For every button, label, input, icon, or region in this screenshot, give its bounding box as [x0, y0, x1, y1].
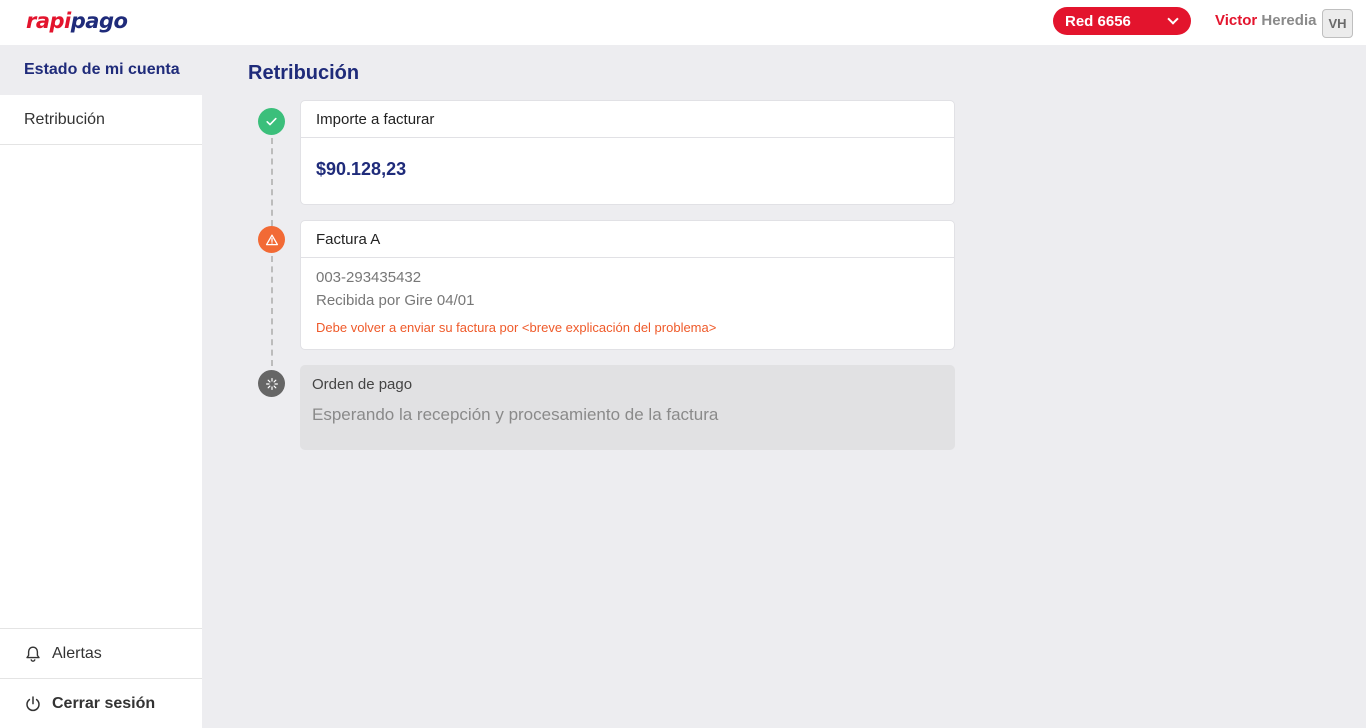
check-icon — [266, 117, 277, 126]
step-pending-indicator — [258, 370, 285, 397]
invoice-number: 003-293435432 — [316, 269, 422, 286]
step-title: Factura A — [301, 221, 954, 258]
warning-icon — [265, 234, 278, 245]
sidebar: Estado de mi cuenta Retribución Alertas … — [0, 45, 202, 728]
step-card-importe: Importe a facturar $90.128,23 — [300, 100, 955, 205]
rapipago-logo[interactable]: rapipago — [26, 9, 128, 33]
sidebar-item-alertas[interactable]: Alertas — [0, 628, 202, 678]
power-icon — [24, 695, 42, 713]
logout-label: Cerrar sesión — [52, 694, 156, 712]
step-title: Orden de pago — [312, 376, 413, 393]
logo-rapi: rapi — [26, 9, 71, 33]
loading-icon — [265, 377, 278, 390]
network-select[interactable]: Red 6656 — [1053, 7, 1191, 35]
sidebar-item-retribucion[interactable]: Retribución — [0, 95, 202, 145]
invoice-error-message: Debe volver a enviar su factura por <bre… — [316, 320, 717, 335]
invoice-details: 003-293435432 Recibida por Gire 04/01 De… — [301, 258, 954, 335]
sidebar-bottom: Alertas Cerrar sesión — [0, 628, 202, 728]
pending-message: Esperando la recepción y procesamiento d… — [312, 405, 719, 424]
logo-pago: pago — [70, 9, 128, 33]
invoice-received: Recibida por Gire 04/01 — [316, 292, 475, 309]
amount-value: $90.128,23 — [316, 159, 407, 179]
step-warning-indicator — [258, 226, 285, 253]
sidebar-section-title[interactable]: Estado de mi cuenta — [0, 45, 202, 95]
step-card-orden-pago: Orden de pago Esperando la recepción y p… — [300, 365, 955, 450]
timeline-connector — [271, 138, 273, 226]
chevron-down-icon — [1167, 13, 1179, 25]
step-title: Importe a facturar — [301, 101, 954, 138]
user-first-name: Victor — [1215, 12, 1258, 29]
alerts-label: Alertas — [52, 644, 102, 662]
step-card-factura: Factura A 003-293435432 Recibida por Gir… — [300, 220, 955, 350]
page-title: Retribución — [248, 62, 360, 84]
user-name: Victor Heredia — [1215, 12, 1316, 29]
step-done-indicator — [258, 108, 285, 135]
timeline-connector — [271, 256, 273, 366]
network-select-label: Red 6656 — [1065, 12, 1131, 30]
top-header: rapipago Red 6656 Victor Heredia VH — [0, 0, 1366, 45]
sidebar-item-cerrar-sesion[interactable]: Cerrar sesión — [0, 678, 202, 728]
user-last-name: Heredia — [1261, 12, 1317, 29]
bell-icon — [24, 645, 42, 663]
avatar[interactable]: VH — [1322, 9, 1353, 38]
